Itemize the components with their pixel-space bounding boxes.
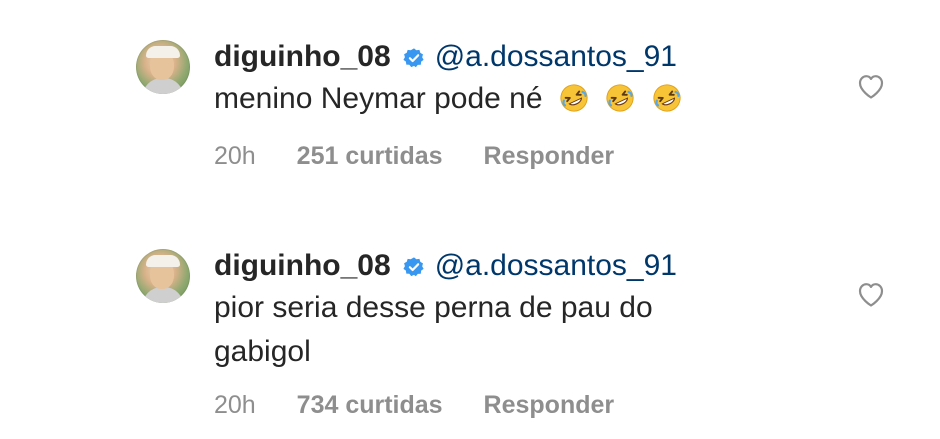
avatar[interactable] (136, 249, 190, 303)
comment-likes-count[interactable]: 734 curtidas (297, 391, 443, 419)
comment-text: pior seria desse perna de pau do (214, 291, 653, 324)
comment-text-continued: gabigol (214, 335, 311, 368)
comment-mention[interactable]: @a.dossantos_91 (435, 247, 677, 285)
reply-button[interactable]: Responder (484, 391, 615, 419)
comment-timestamp: 20h (214, 391, 256, 419)
comment: diguinho_08 @a.dossantos_91 pior seria d… (0, 0, 940, 439)
like-heart-icon[interactable] (856, 280, 886, 308)
verified-badge-icon (403, 257, 424, 277)
comment-username[interactable]: diguinho_08 (214, 247, 391, 285)
